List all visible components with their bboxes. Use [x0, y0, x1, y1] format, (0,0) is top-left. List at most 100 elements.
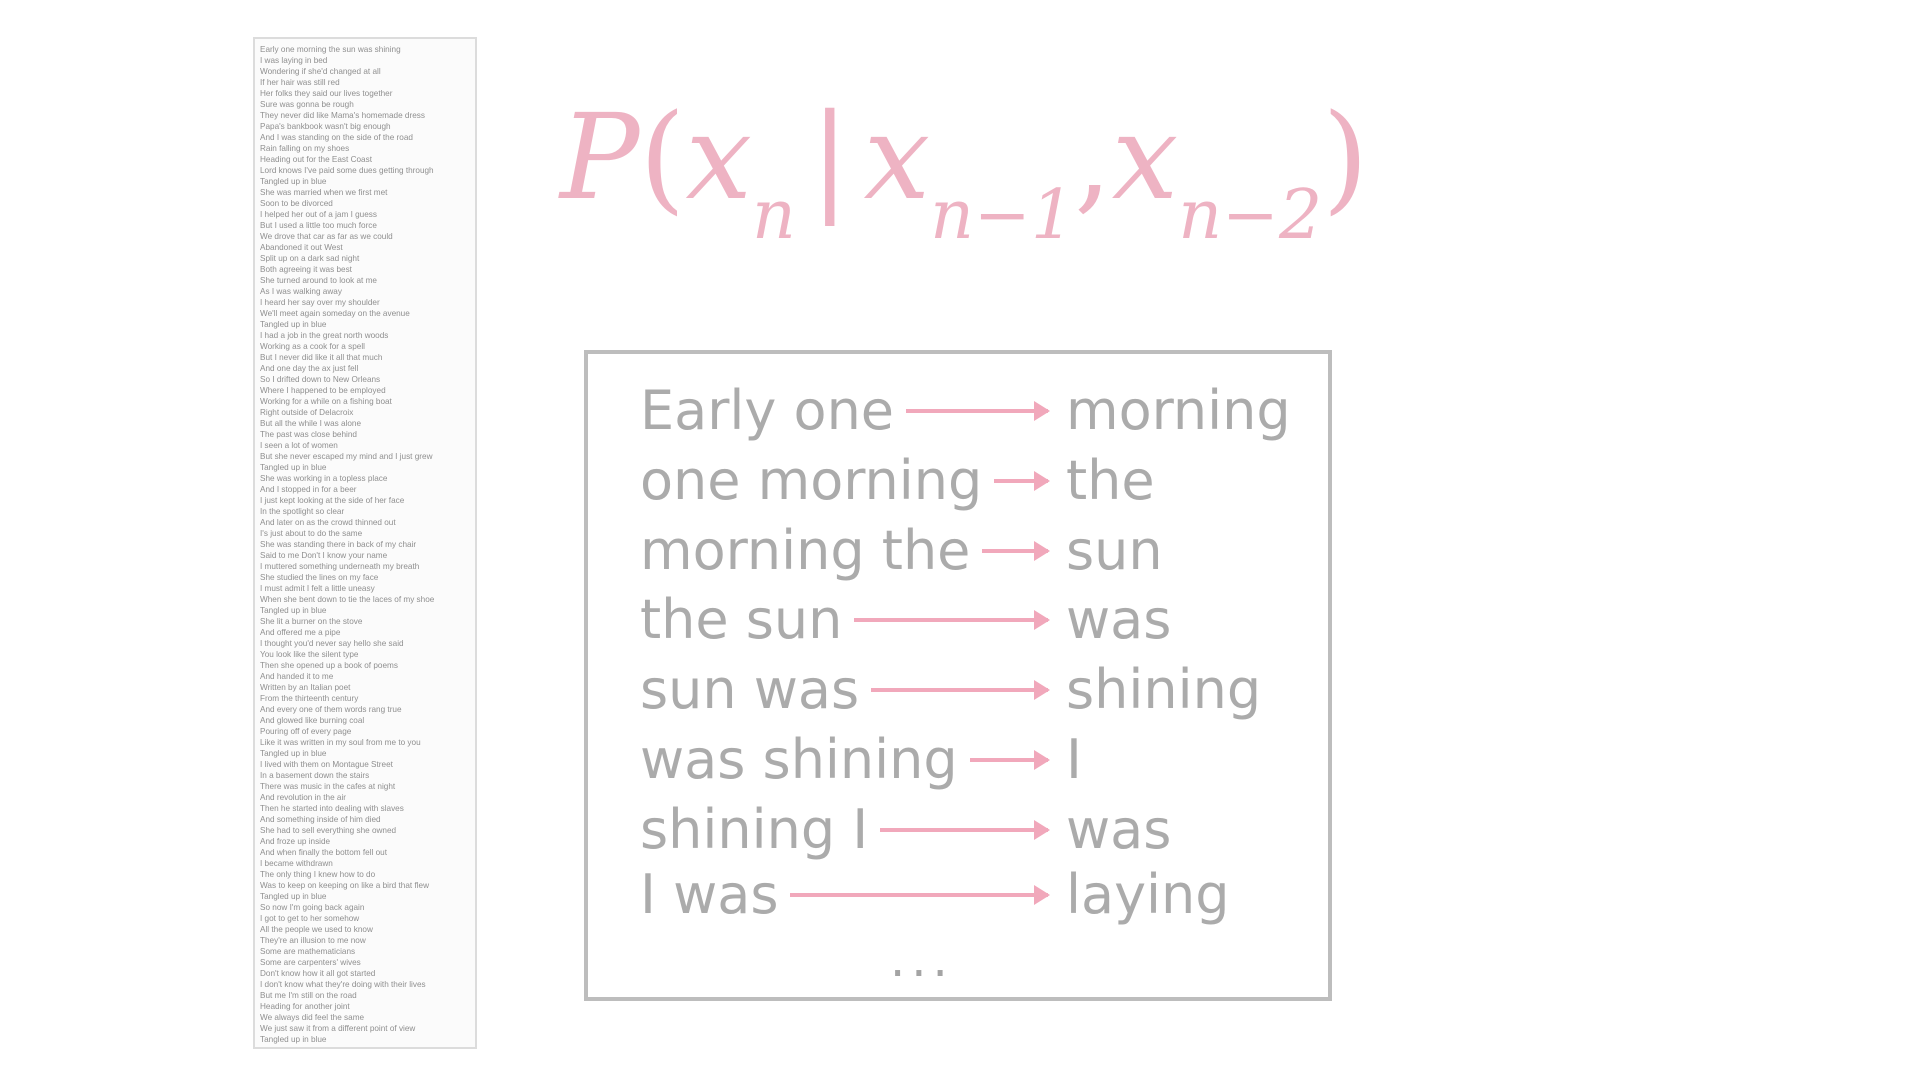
lyric-line: I was laying in bed: [260, 56, 328, 65]
lyric-line: But all the while I was alone: [260, 419, 362, 428]
example-row: shining I was: [588, 795, 1328, 865]
lyric-line: They're an illusion to me now: [260, 936, 366, 945]
lyric-line: Abandoned it out West: [260, 243, 343, 252]
lyric-line: Wondering if she'd changed at all: [260, 67, 381, 76]
lyric-line: From the thirteenth century: [260, 694, 359, 703]
formula-sub-n: n: [752, 176, 796, 255]
formula-sub-n-minus-1: n−1: [930, 176, 1075, 255]
lyric-line: You look like the silent type: [260, 650, 359, 659]
lyric-line: And froze up inside: [260, 837, 331, 846]
lyric-line: Tangled up in blue: [260, 892, 327, 901]
arrow-icon: [906, 401, 1050, 421]
lyric-line: When she bent down to tie the laces of m…: [260, 595, 435, 604]
lyric-line: I don't know what they're doing with the…: [260, 980, 426, 989]
lyric-line: Heading for another joint: [260, 1002, 350, 1011]
lyric-line: And when finally the bottom fell out: [260, 848, 387, 857]
context-words: I was: [640, 863, 779, 926]
lyric-line: The only thing I knew how to do: [260, 870, 376, 879]
lyric-line: All the people we used to know: [260, 925, 373, 934]
lyric-line: She lit a burner on the stove: [260, 617, 363, 626]
trigram-examples-box: Early one morning one morning the mornin…: [584, 350, 1332, 1001]
formula-given-bar: |: [809, 88, 850, 226]
arrow-icon: [970, 750, 1050, 770]
example-row: I was laying: [588, 860, 1328, 930]
lyric-line: Tangled up in blue: [260, 749, 327, 758]
next-word: morning: [1066, 379, 1291, 442]
next-word: was: [1066, 588, 1172, 651]
lyric-line: In the spotlight so clear: [260, 507, 345, 516]
lyric-line: I became withdrawn: [260, 859, 333, 868]
example-row: Early one morning: [588, 376, 1328, 446]
lyric-line: Tangled up in blue: [260, 463, 327, 472]
lyric-line: Working for a while on a fishing boat: [260, 397, 392, 406]
lyric-line: Some are carpenters' wives: [260, 958, 361, 967]
formula-p: P: [560, 88, 640, 226]
lyric-line: Soon to be divorced: [260, 199, 333, 208]
lyric-line: Like it was written in my soul from me t…: [260, 738, 421, 747]
lyric-line: I seen a lot of women: [260, 441, 338, 450]
lyric-line: And handed it to me: [260, 672, 334, 681]
next-word: shining: [1066, 658, 1262, 721]
lyric-line: We drove that car as far as we could: [260, 232, 393, 241]
next-word: was: [1066, 798, 1172, 861]
lyric-line: I just kept looking at the side of her f…: [260, 496, 405, 505]
arrow-icon: [871, 680, 1050, 700]
lyric-line: I muttered something underneath my breat…: [260, 562, 420, 571]
lyric-line: Written by an Italian poet: [260, 683, 351, 692]
lyric-line: Tangled up in blue: [260, 606, 327, 615]
arrow-icon: [854, 610, 1050, 630]
lyric-line: As I was walking away: [260, 287, 342, 296]
lyric-line: And later on as the crowd thinned out: [260, 518, 396, 527]
arrow-icon: [880, 820, 1050, 840]
ellipsis: ...: [890, 932, 954, 988]
context-words: sun was: [640, 658, 860, 721]
formula-close-paren: ): [1322, 88, 1369, 226]
formula-open-paren: (: [639, 88, 686, 226]
lyric-line: She was working in a topless place: [260, 474, 388, 483]
lyric-line: Was to keep on keeping on like a bird th…: [260, 881, 430, 890]
lyric-line: The past was close behind: [260, 430, 357, 439]
lyric-line: Both agreeing it was best: [260, 265, 352, 274]
lyric-line: Then he started into dealing with slaves: [260, 804, 404, 813]
trigram-formula: P(xn | xn−1,xn−2): [560, 88, 1380, 255]
lyric-line: Heading out for the East Coast: [260, 155, 372, 164]
example-row: one morning the: [588, 446, 1328, 516]
lyric-line: Her folks they said our lives together: [260, 89, 393, 98]
lyrics-list: Early one morning the sun was shining I w…: [260, 44, 470, 1045]
lyric-line: Don't know how it all got started: [260, 969, 376, 978]
lyric-line: We just saw it from a different point of…: [260, 1024, 416, 1033]
formula-x-n-minus-2: x: [1111, 88, 1179, 226]
lyric-line: Sure was gonna be rough: [260, 100, 354, 109]
lyric-line: And every one of them words rang true: [260, 705, 402, 714]
lyric-line: And one day the ax just fell: [260, 364, 359, 373]
lyric-line: And something inside of him died: [260, 815, 381, 824]
lyric-line: And offered me a pipe: [260, 628, 341, 637]
context-words: shining I: [640, 798, 869, 861]
example-row: morning the sun: [588, 516, 1328, 586]
lyric-line: And I was standing on the side of the ro…: [260, 133, 413, 142]
lyric-line: Split up on a dark sad night: [260, 254, 360, 263]
lyric-line: So now I'm going back again: [260, 903, 365, 912]
lyric-line: Papa's bankbook wasn't big enough: [260, 122, 391, 131]
formula-x-n-minus-1: x: [863, 88, 931, 226]
formula-sub-n-minus-2: n−2: [1178, 176, 1323, 255]
lyric-line: I got to get to her somehow: [260, 914, 360, 923]
lyric-line: And revolution in the air: [260, 793, 347, 802]
lyric-line: Said to me Don't I know your name: [260, 551, 388, 560]
arrow-icon: [982, 541, 1050, 561]
lyric-line: We'll meet again someday on the avenue: [260, 309, 410, 318]
context-words: one morning: [640, 449, 983, 512]
lyric-line: Working as a cook for a spell: [260, 342, 365, 351]
lyric-line: I thought you'd never say hello she said: [260, 639, 404, 648]
example-row: sun was shining: [588, 655, 1328, 725]
lyrics-panel: Early one morning the sun was shining I w…: [253, 37, 477, 1049]
lyric-line: She had to sell everything she owned: [260, 826, 397, 835]
formula-comma: ,: [1074, 88, 1112, 226]
lyric-line: But I never did like it all that much: [260, 353, 383, 362]
lyric-line: Tangled up in blue: [260, 1035, 327, 1044]
arrow-icon: [994, 471, 1050, 491]
arrow-icon: [790, 885, 1050, 905]
context-words: was shining: [640, 728, 958, 791]
lyric-line: Tangled up in blue: [260, 320, 327, 329]
lyric-line: She turned around to look at me: [260, 276, 377, 285]
